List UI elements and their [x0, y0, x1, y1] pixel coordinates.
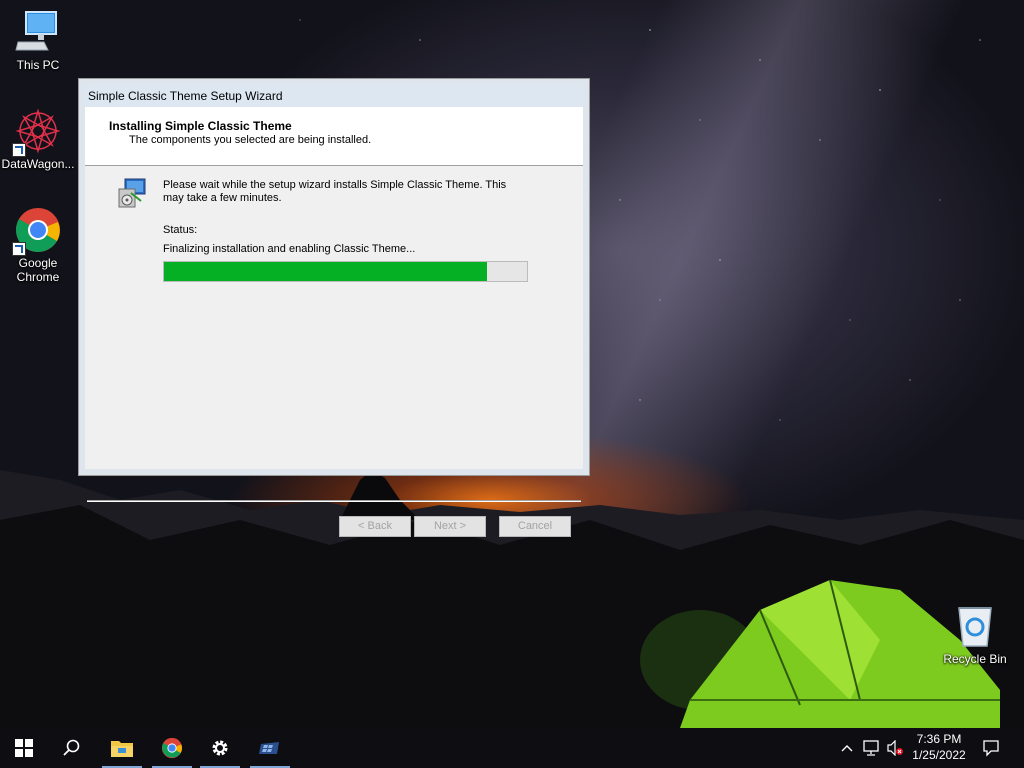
- file-explorer-icon: [111, 741, 133, 757]
- search-icon: [63, 739, 80, 756]
- start-icon: [15, 739, 33, 757]
- installer-icon: [115, 177, 149, 211]
- desktop-icon-recycle-bin[interactable]: Recycle Bin: [937, 602, 1013, 666]
- taskbar: 7:36 PM 1/25/2022: [0, 728, 1024, 768]
- chrome-icon: [12, 206, 62, 256]
- setup-wizard-window: Simple Classic Theme Setup Wizard Instal…: [78, 78, 590, 537]
- chrome-icon: [161, 737, 183, 759]
- desktop-icon-label: DataWagon...: [1, 157, 75, 171]
- volume-button[interactable]: [884, 728, 906, 768]
- desktop-icon-label: This PC: [16, 58, 60, 72]
- show-hidden-icons-icon: [841, 745, 853, 752]
- wizard-description: Please wait while the setup wizard insta…: [163, 179, 507, 204]
- taskbar-settings[interactable]: [196, 728, 244, 768]
- window-titlebar[interactable]: Simple Classic Theme Setup Wizard: [85, 85, 583, 107]
- recycle-bin-icon: [951, 602, 999, 650]
- wizard-body: Please wait while the setup wizard insta…: [85, 167, 583, 537]
- taskbar-installer[interactable]: [246, 728, 294, 768]
- action-center-button[interactable]: [980, 728, 1002, 768]
- shortcut-arrow-icon: [12, 242, 26, 256]
- page-title: Installing Simple Classic Theme: [109, 119, 292, 133]
- footer-separator: [87, 500, 581, 502]
- status-text: Finalizing installation and enabling Cla…: [163, 243, 416, 255]
- network-button[interactable]: [860, 728, 882, 768]
- wizard-header: Installing Simple Classic Theme The comp…: [85, 107, 583, 166]
- settings-icon: [212, 740, 228, 756]
- desktop-icon-this-pc[interactable]: This PC: [0, 8, 76, 72]
- search-button[interactable]: [48, 728, 96, 768]
- datawagon-icon: [12, 107, 62, 157]
- shortcut-arrow-icon: [12, 143, 26, 157]
- desktop-icon-label: Google Chrome: [16, 256, 60, 284]
- computer-icon: [14, 8, 62, 56]
- desktop-icon-chrome[interactable]: Google Chrome: [0, 206, 76, 284]
- next-button[interactable]: Next >: [414, 516, 486, 537]
- taskbar-file-explorer[interactable]: [98, 728, 146, 768]
- start-button[interactable]: [0, 728, 48, 768]
- back-button[interactable]: < Back: [339, 516, 411, 537]
- desktop-icon-label: Recycle Bin: [943, 652, 1007, 666]
- page-subtitle: The components you selected are being in…: [129, 134, 372, 146]
- clock-time: 7:36 PM: [916, 732, 962, 746]
- show-hidden-icons-button[interactable]: [838, 728, 856, 768]
- network-icon: [863, 740, 879, 756]
- window-title: Simple Classic Theme Setup Wizard: [88, 89, 283, 103]
- clock[interactable]: 7:36 PM 1/25/2022: [904, 731, 974, 763]
- clock-date: 1/25/2022: [912, 748, 966, 762]
- status-label: Status:: [163, 224, 198, 236]
- progress-fill: [164, 262, 488, 281]
- desktop-icon-datawagon[interactable]: DataWagon...: [0, 107, 76, 171]
- installer-icon: [259, 742, 279, 754]
- progress-bar: [163, 261, 528, 282]
- volume-muted-icon: [887, 740, 903, 756]
- action-center-icon: [983, 740, 999, 757]
- cancel-button[interactable]: Cancel: [499, 516, 571, 537]
- taskbar-chrome[interactable]: [148, 728, 196, 768]
